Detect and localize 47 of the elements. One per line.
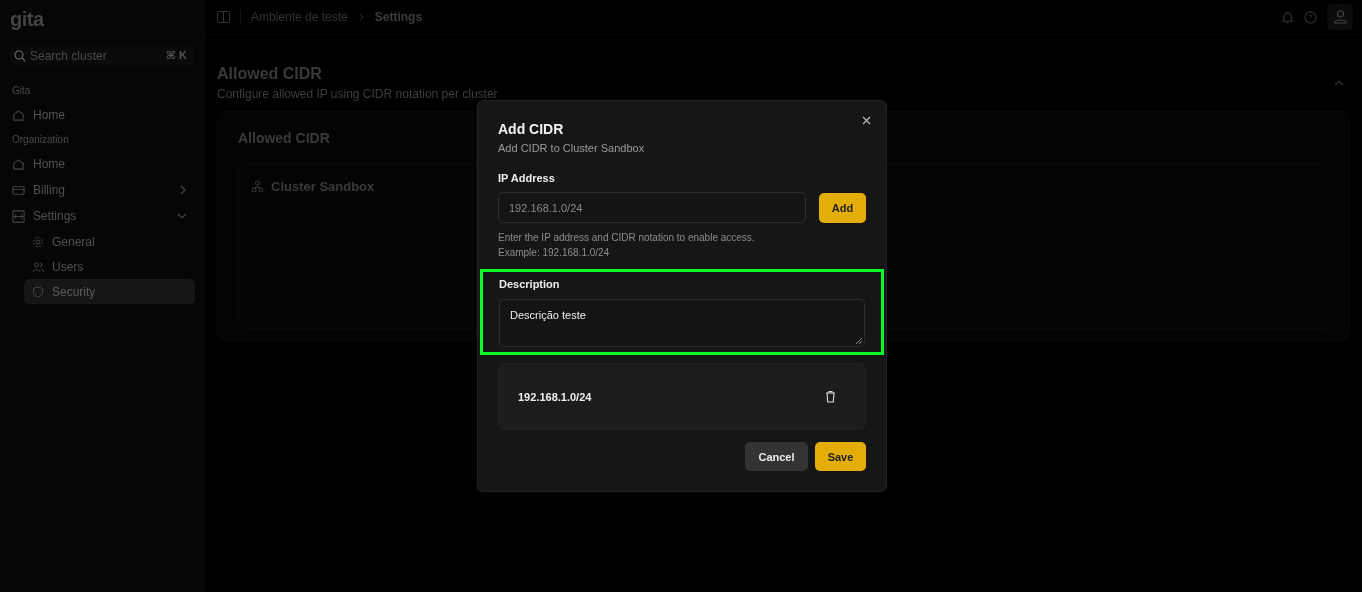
cancel-button[interactable]: Cancel <box>745 442 808 471</box>
resize-handle-icon[interactable] <box>856 338 862 344</box>
ip-address-input[interactable]: 192.168.1.0/24 <box>498 192 806 223</box>
save-button[interactable]: Save <box>815 442 866 471</box>
sidebar-item[interactable]: Settings <box>10 203 195 229</box>
field-label: IP Address <box>498 172 556 184</box>
logo: gita <box>10 8 46 31</box>
dialog-title: Add CIDR <box>498 121 565 137</box>
cluster-icon <box>251 180 264 193</box>
home-icon <box>12 157 25 171</box>
sliders-icon <box>12 209 25 223</box>
chevron-up-icon[interactable] <box>1334 79 1344 86</box>
search-icon <box>14 50 26 62</box>
page-title: Allowed CIDR <box>217 65 323 83</box>
home-icon <box>12 108 25 122</box>
card-icon <box>12 183 25 197</box>
dialog-subtitle: Add CIDR to Cluster Sandbox <box>498 142 646 154</box>
sidebar-item[interactable]: Billing <box>10 177 195 203</box>
shield-icon <box>32 285 44 298</box>
sidebar-item[interactable]: Security <box>24 279 195 304</box>
trash-icon[interactable] <box>825 390 836 403</box>
add-button[interactable]: Add <box>819 192 866 223</box>
hint-text: Example: 192.168.1.0/24 <box>498 246 611 260</box>
page-subtitle: Configure allowed IP using CIDR notation per cluster <box>217 87 498 101</box>
close-button[interactable] <box>861 115 872 126</box>
sidebar-item[interactable]: Home <box>10 151 195 177</box>
description-text: Descrição teste <box>510 309 586 321</box>
field-label: Description <box>499 278 561 290</box>
description-textarea[interactable]: Descrição teste <box>499 299 865 347</box>
close-icon <box>862 116 871 125</box>
gear-icon <box>32 235 44 248</box>
cidr-value: 192.168.1.0/24 <box>518 390 592 403</box>
users-icon <box>32 260 44 273</box>
hint-text: Enter the IP address and CIDR notation to enable access. <box>498 231 756 245</box>
user-icon <box>1333 10 1347 24</box>
bell-icon[interactable] <box>1281 10 1294 24</box>
section-heading: Organization <box>12 134 70 145</box>
section-heading: Gita <box>12 85 32 96</box>
help-icon[interactable] <box>1304 10 1317 24</box>
chevron-right-icon <box>357 12 365 22</box>
sidebar-item[interactable]: Users <box>24 254 195 279</box>
sidebar-toggle-icon[interactable] <box>217 11 230 23</box>
shortcut-hint: ⌘ K <box>165 49 187 62</box>
sidebar-item[interactable]: General <box>24 229 195 254</box>
user-menu-button[interactable] <box>1327 4 1353 30</box>
sidebar-item[interactable]: Home <box>10 102 195 128</box>
breadcrumb-item[interactable]: Settings <box>374 10 423 24</box>
